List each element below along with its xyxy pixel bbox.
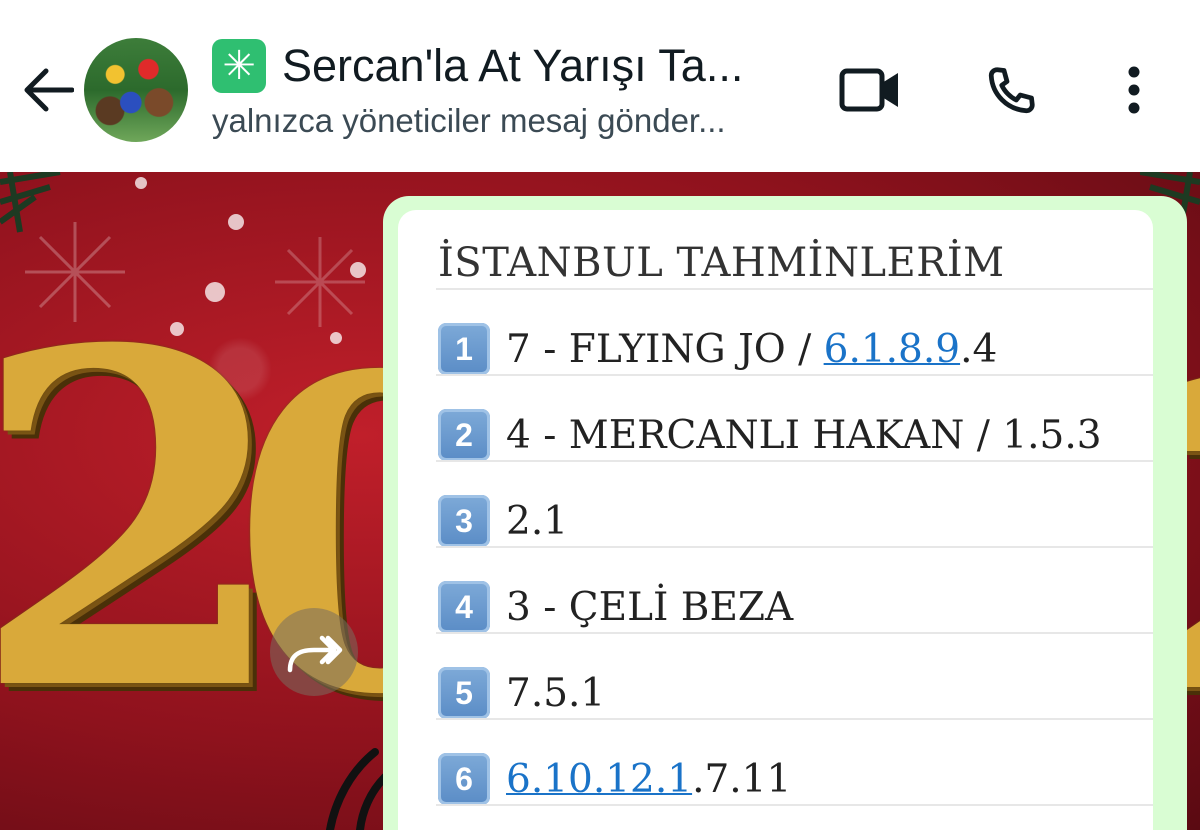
keycap-6-icon: 6 — [438, 753, 490, 805]
divider — [436, 718, 1153, 720]
number-link[interactable]: 6.10.12.1 — [506, 757, 692, 802]
forward-icon — [287, 635, 343, 673]
chat-subtitle: yalnızca yöneticiler mesaj gönder... — [212, 102, 726, 139]
row-text: 6.10.12.1.7.11 — [506, 756, 792, 802]
back-button[interactable] — [18, 60, 78, 120]
phone-icon — [988, 67, 1035, 114]
chat-title-row[interactable]: ✳ Sercan'la At Yarışı Ta... — [212, 36, 743, 96]
voice-call-button[interactable] — [974, 56, 1048, 126]
number-link[interactable]: 6.1.8.9 — [824, 327, 960, 372]
row-text: 3 - ÇELİ BEZA — [506, 584, 794, 630]
snow-dot — [228, 214, 244, 230]
row-text: 4 - MERCANLI HAKAN / 1.5.3 — [506, 412, 1102, 458]
snow-dot — [135, 177, 147, 189]
keycap-2-icon: 2 — [438, 409, 490, 461]
keycap-5-icon: 5 — [438, 667, 490, 719]
divider — [436, 288, 1153, 290]
asterisk-badge-icon: ✳ — [212, 39, 266, 93]
more-options-icon — [1128, 66, 1140, 114]
message-title: İSTANBUL TAHMİNLERİM — [438, 240, 1005, 286]
forward-button[interactable] — [270, 608, 358, 696]
video-call-button[interactable] — [832, 58, 908, 122]
divider — [436, 374, 1153, 376]
message-bubble[interactable]: İSTANBUL TAHMİNLERİM 1 7 - FLYING JO / 6… — [398, 210, 1153, 830]
row-text: 2.1 — [506, 498, 569, 544]
group-avatar[interactable] — [84, 38, 188, 142]
divider — [436, 804, 1153, 806]
chat-title: Sercan'la At Yarışı Ta... — [282, 40, 744, 91]
row-text: 7.5.1 — [506, 670, 606, 716]
snow-dot — [350, 262, 366, 278]
more-options-button[interactable] — [1110, 58, 1158, 122]
back-arrow-icon — [24, 68, 74, 112]
script-stroke-decoration — [326, 748, 389, 830]
keycap-3-icon: 3 — [438, 495, 490, 547]
chat-header: ✳ Sercan'la At Yarışı Ta... yalnızca yön… — [0, 0, 1200, 172]
video-call-icon — [839, 68, 898, 112]
divider — [436, 632, 1153, 634]
row-text: 7 - FLYING JO / 6.1.8.9.4 — [506, 326, 998, 372]
divider — [436, 546, 1153, 548]
keycap-1-icon: 1 — [438, 323, 490, 375]
keycap-4-icon: 4 — [438, 581, 490, 633]
divider — [436, 460, 1153, 462]
